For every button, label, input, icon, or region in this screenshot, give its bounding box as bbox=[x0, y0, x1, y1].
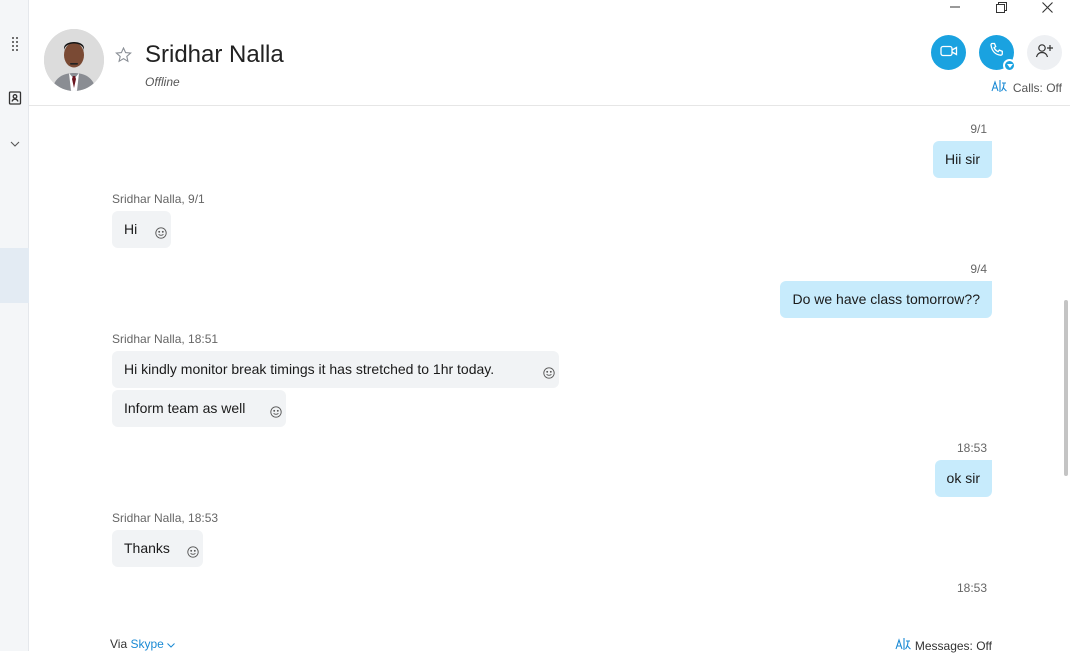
message-text: Inform team as well bbox=[124, 400, 246, 416]
outgoing-message[interactable]: Do we have class tomorrow?? bbox=[780, 281, 992, 318]
message-text: Hi kindly monitor break timings it has s… bbox=[124, 361, 495, 377]
scrollbar-thumb[interactable] bbox=[1064, 300, 1068, 476]
outgoing-message[interactable]: ok sir bbox=[934, 460, 992, 497]
chevron-down-icon[interactable] bbox=[0, 138, 29, 150]
rail-selected-item[interactable] bbox=[0, 248, 29, 303]
grid-icon[interactable] bbox=[0, 36, 29, 52]
contact-status: Offline bbox=[145, 75, 180, 89]
calls-translation-status[interactable]: Calls: Off bbox=[991, 79, 1062, 96]
incoming-message[interactable]: Hi kindly monitor break timings it has s… bbox=[112, 351, 559, 388]
add-people-button[interactable] bbox=[1027, 35, 1062, 70]
translate-icon bbox=[895, 637, 911, 654]
translate-icon bbox=[991, 79, 1007, 96]
outgoing-message[interactable]: Hii sir bbox=[933, 141, 992, 178]
contacts-icon[interactable] bbox=[0, 90, 29, 106]
message-text: Thanks bbox=[124, 540, 170, 556]
left-rail bbox=[0, 0, 29, 651]
video-call-icon bbox=[939, 44, 958, 62]
calls-label: Calls: Off bbox=[1012, 80, 1062, 95]
conversation-header: Sridhar Nalla Offline Calls: Off bbox=[29, 0, 1070, 106]
message-sender-meta: Sridhar Nalla, 9/1 bbox=[112, 192, 205, 206]
incoming-message[interactable]: Thanks bbox=[112, 530, 203, 567]
message-list[interactable]: 9/1 Hii sir Sridhar Nalla, 9/1 Hi 9/4 Do… bbox=[29, 107, 1062, 627]
incoming-message[interactable]: Inform team as well bbox=[112, 390, 286, 427]
message-sender-meta: Sridhar Nalla, 18:51 bbox=[112, 332, 219, 346]
message-scrollbar[interactable] bbox=[1062, 107, 1070, 595]
star-icon[interactable] bbox=[115, 46, 132, 68]
messages-label: Messages: Off bbox=[914, 638, 992, 653]
emoji-reaction-icon[interactable] bbox=[543, 356, 555, 379]
audio-call-button[interactable] bbox=[979, 35, 1016, 72]
chevron-down-icon[interactable] bbox=[167, 637, 176, 651]
call-options-chevron-icon[interactable] bbox=[1003, 59, 1016, 72]
via-skype[interactable]: Via Skype bbox=[110, 637, 176, 651]
audio-call-icon bbox=[989, 42, 1005, 63]
message-text: Hi bbox=[124, 221, 138, 237]
emoji-reaction-icon[interactable] bbox=[270, 395, 282, 418]
incoming-message[interactable]: Hi bbox=[112, 211, 171, 248]
emoji-reaction-icon[interactable] bbox=[187, 535, 199, 558]
contact-name: Sridhar Nalla bbox=[145, 41, 284, 68]
messages-translation-status[interactable]: Messages: Off bbox=[895, 637, 992, 654]
message-timestamp: 9/1 bbox=[970, 122, 987, 136]
add-people-icon bbox=[1035, 42, 1055, 63]
message-timestamp: 18:53 bbox=[956, 441, 987, 455]
message-timestamp: 9/4 bbox=[970, 262, 987, 276]
via-label: Via bbox=[110, 637, 128, 651]
avatar[interactable] bbox=[44, 29, 104, 91]
message-sender-meta: Sridhar Nalla, 18:53 bbox=[112, 511, 219, 525]
message-timestamp: 18:53 bbox=[956, 581, 987, 595]
video-call-button[interactable] bbox=[931, 35, 966, 70]
emoji-reaction-icon[interactable] bbox=[155, 216, 167, 239]
via-skype-link[interactable]: Skype bbox=[130, 637, 163, 651]
